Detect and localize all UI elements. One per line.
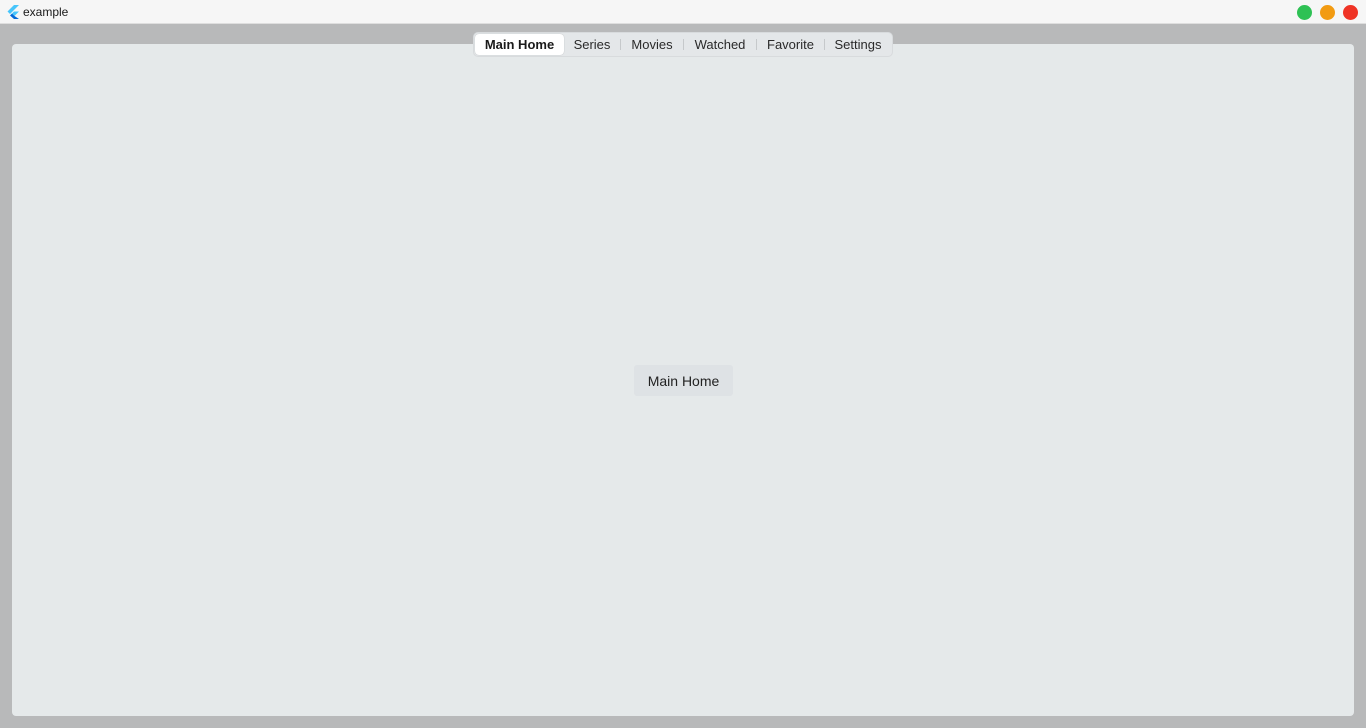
tab-label: Main Home (484, 37, 555, 52)
tab-main-home[interactable]: Main Home (475, 34, 564, 55)
tab-label: Favorite (767, 37, 814, 52)
page-content-label: Main Home (634, 365, 733, 396)
maximize-button[interactable] (1297, 5, 1312, 20)
title-bar: example (0, 0, 1366, 24)
tab-favorite[interactable]: Favorite (757, 34, 824, 55)
tab-label: Series (573, 37, 611, 52)
tab-settings[interactable]: Settings (825, 34, 891, 55)
flutter-logo-icon (7, 5, 19, 19)
close-button[interactable] (1343, 5, 1358, 20)
minimize-button[interactable] (1320, 5, 1335, 20)
tab-movies[interactable]: Movies (621, 34, 683, 55)
window-title: example (23, 5, 69, 19)
tab-watched[interactable]: Watched (684, 34, 756, 55)
tab-series[interactable]: Series (564, 34, 620, 55)
tab-label: Movies (631, 37, 673, 52)
tab-label: Settings (834, 37, 882, 52)
tab-label: Watched (694, 37, 746, 52)
tab-bar: Main Home Series Movies Watched Favorite… (473, 32, 893, 57)
page-content-text: Main Home (647, 372, 720, 389)
